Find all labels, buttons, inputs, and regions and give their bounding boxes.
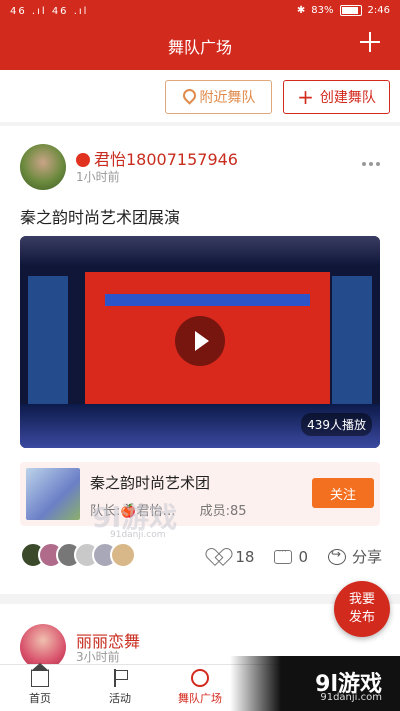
- clock: 2:46: [367, 5, 390, 16]
- team-name: 秦之韵时尚艺术团: [90, 474, 211, 492]
- nearby-teams-button[interactable]: 附近舞队: [165, 80, 272, 114]
- location-pin-icon: [182, 89, 194, 105]
- post-username[interactable]: 君怡18007157946: [76, 146, 238, 170]
- flag-icon: [111, 669, 129, 687]
- publish-button[interactable]: 我要 发布: [334, 581, 390, 637]
- stage-lights: [20, 236, 380, 266]
- post-card: 君怡18007157946 1小时前 秦之韵时尚艺术团展演 439人播放 秦之韵…: [0, 126, 400, 594]
- battery-icon: [339, 5, 362, 16]
- play-icon[interactable]: [175, 316, 225, 366]
- comment-button[interactable]: 0: [274, 547, 308, 566]
- nearby-teams-label: 附近舞队: [199, 90, 256, 106]
- page-title: 舞队广场: [167, 38, 232, 57]
- post-time: 1小时前: [76, 170, 120, 184]
- post-title: 秦之韵时尚艺术团展演: [20, 208, 181, 227]
- signal-indicator: 46 .ıl 46 .ıl: [10, 6, 89, 17]
- battery-percent: 83%: [311, 5, 334, 16]
- team-members-count: 成员:85: [199, 504, 247, 519]
- publish-line1: 我要: [348, 592, 375, 608]
- comment-icon: [274, 547, 293, 564]
- follow-button[interactable]: 关注: [312, 478, 374, 508]
- status-right: ✱ 83% 2:46: [297, 5, 390, 16]
- bluetooth-icon: ✱: [296, 5, 306, 16]
- create-team-button[interactable]: + 创建舞队: [283, 80, 390, 114]
- home-icon: [31, 663, 49, 687]
- plus-icon: +: [297, 85, 314, 109]
- avatar[interactable]: [20, 144, 66, 190]
- view-count: 439人播放: [301, 413, 372, 436]
- team-image: [26, 468, 80, 520]
- heart-icon: [211, 549, 229, 565]
- status-bar: 46 .ıl 46 .ıl ✱ 83% 2:46: [0, 0, 400, 24]
- nav-activities[interactable]: 活动: [90, 669, 150, 706]
- side-banner-right: [332, 276, 372, 406]
- side-banner-left: [28, 276, 68, 406]
- apple-icon: [76, 153, 90, 167]
- nav-home[interactable]: 首页: [10, 663, 70, 706]
- app-header: 46 .ıl 46 .ıl ✱ 83% 2:46 舞队广场: [0, 0, 400, 70]
- action-bar: 附近舞队 + 创建舞队: [0, 70, 400, 122]
- create-team-label: 创建舞队: [319, 90, 376, 106]
- dance-icon: [191, 669, 209, 687]
- like-button[interactable]: 18: [211, 548, 254, 566]
- post-stats: 18 0 分享: [211, 546, 382, 567]
- watermark-center-url: 91danji.com: [110, 530, 166, 540]
- publish-line2: 发布: [348, 610, 375, 625]
- nav-dance-square[interactable]: 舞队广场: [170, 669, 230, 706]
- watermark-url: 91danji.com: [320, 692, 382, 703]
- share-icon: [327, 547, 346, 565]
- video-thumbnail[interactable]: 439人播放: [20, 236, 380, 448]
- post-time: 3小时前: [76, 650, 120, 664]
- add-icon[interactable]: [358, 30, 382, 54]
- more-options-icon[interactable]: [362, 162, 380, 166]
- share-button[interactable]: 分享: [327, 546, 382, 567]
- team-info[interactable]: 秦之韵时尚艺术团 队长:🍎君怡… 成员:85 关注: [20, 462, 380, 526]
- avatar: [110, 542, 136, 568]
- liker-avatars[interactable]: [20, 542, 136, 568]
